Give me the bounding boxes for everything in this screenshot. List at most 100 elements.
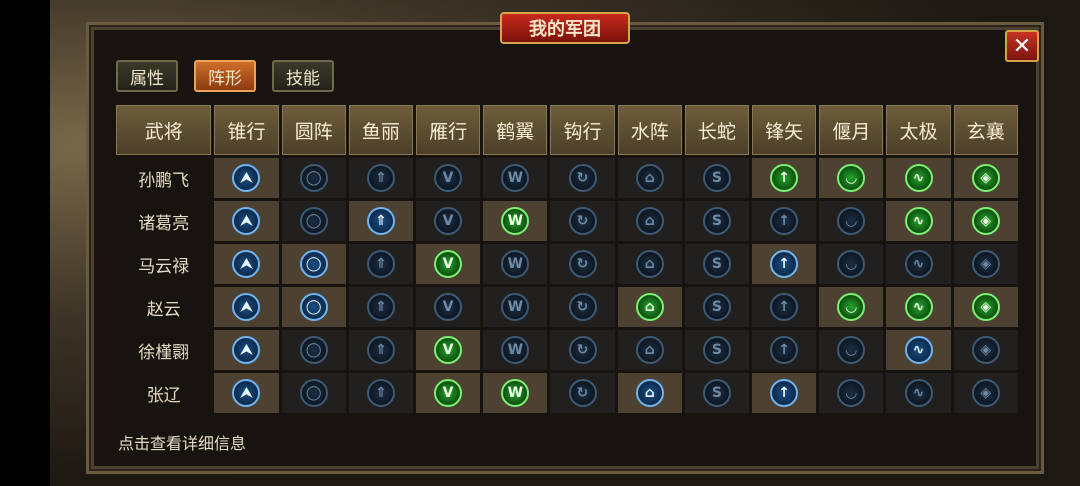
formation-icon: V [434, 164, 463, 192]
table-row[interactable]: 徐槿翾 ⮝ ◯ ⇑ V W ↻ ⌂ S ↑ ◡ ∿ ◈ [116, 330, 1018, 370]
column-header-formation: 玄襄 [953, 105, 1018, 155]
formation-cell[interactable]: ⇑ [348, 158, 413, 198]
formation-cell[interactable]: ⇑ [348, 330, 413, 370]
column-header-formation: 太极 [886, 105, 951, 155]
tab-attributes[interactable]: 属性 [116, 60, 178, 92]
formation-cell[interactable]: ⇑ [348, 287, 413, 327]
formation-icon: ⌂ [635, 164, 664, 192]
formation-icon: ⮝ [232, 336, 261, 364]
formation-cell[interactable]: ◯ [281, 287, 346, 327]
formation-icon: ∿ [904, 207, 933, 235]
table-row[interactable]: 马云禄 ⮝ ◯ ⇑ V W ↻ ⌂ S ↑ ◡ ∿ ◈ [116, 244, 1018, 284]
formation-cell[interactable]: ⌂ [617, 287, 682, 327]
formation-cell[interactable]: ⇑ [348, 373, 413, 413]
formation-cell[interactable]: V [416, 201, 481, 241]
tab-formation[interactable]: 阵形 [194, 60, 256, 92]
formation-cell[interactable]: ∿ [886, 158, 951, 198]
formation-cell[interactable]: V [416, 244, 481, 284]
formation-cell[interactable]: ⮝ [214, 287, 279, 327]
formation-cell[interactable]: ⌂ [617, 158, 682, 198]
formation-cell[interactable]: ↻ [550, 373, 615, 413]
formation-cell[interactable]: ↑ [752, 373, 817, 413]
table-row[interactable]: 赵云 ⮝ ◯ ⇑ V W ↻ ⌂ S ↑ ◡ ∿ ◈ [116, 287, 1018, 327]
formation-cell[interactable]: ∿ [886, 244, 951, 284]
table-row[interactable]: 张辽 ⮝ ◯ ⇑ V W ↻ ⌂ S ↑ ◡ ∿ ◈ [116, 373, 1018, 413]
general-name: 徐槿翾 [138, 342, 190, 363]
formation-cell[interactable]: ◡ [819, 287, 884, 327]
formation-cell[interactable]: S [684, 158, 750, 198]
formation-cell[interactable]: ∿ [886, 330, 951, 370]
formation-cell[interactable]: W [483, 373, 548, 413]
formation-cell[interactable]: ◡ [819, 158, 884, 198]
formation-cell[interactable]: ↻ [550, 158, 615, 198]
formation-cell[interactable]: V [416, 330, 481, 370]
formation-cell[interactable]: V [416, 287, 481, 327]
formation-cell[interactable]: ◯ [281, 373, 346, 413]
formation-cell[interactable]: ⇑ [348, 244, 413, 284]
formation-cell[interactable]: ⮝ [214, 330, 279, 370]
formation-cell[interactable]: W [483, 158, 548, 198]
formation-cell[interactable]: ⮝ [214, 373, 279, 413]
formation-cell[interactable]: W [483, 287, 548, 327]
formation-cell[interactable]: ↻ [550, 330, 615, 370]
formation-cell[interactable]: ◈ [953, 287, 1018, 327]
formation-cell[interactable]: S [684, 373, 750, 413]
formation-icon: ∿ [904, 293, 933, 321]
formation-icon: ⮝ [232, 207, 261, 235]
formation-cell[interactable]: ◯ [281, 330, 346, 370]
formation-cell[interactable]: ∿ [886, 373, 951, 413]
formation-cell[interactable]: ⌂ [617, 330, 682, 370]
formation-cell[interactable]: ⌂ [617, 373, 682, 413]
table-row[interactable]: 诸葛亮 ⮝ ◯ ⇑ V W ↻ ⌂ S ↑ ◡ ∿ ◈ [116, 201, 1018, 241]
formation-cell[interactable]: ∿ [886, 201, 951, 241]
formation-cell[interactable]: ◡ [819, 330, 884, 370]
close-button[interactable]: ✕ [1005, 30, 1039, 62]
table-row[interactable]: 孙鹏飞 ⮝ ◯ ⇑ V W ↻ ⌂ S ↑ ◡ ∿ ◈ [116, 158, 1018, 198]
formation-icon: ◯ [299, 207, 328, 235]
formation-cell[interactable]: ⮝ [214, 201, 279, 241]
formation-cell[interactable]: ◈ [953, 373, 1018, 413]
formation-icon: ◡ [837, 336, 866, 364]
formation-icon: ◈ [971, 164, 1000, 192]
formation-cell[interactable]: ↻ [550, 287, 615, 327]
formation-cell[interactable]: ◯ [281, 158, 346, 198]
formation-cell[interactable]: ◯ [281, 244, 346, 284]
formation-table-scroll[interactable]: 武将 锥行 圆阵 鱼丽 雁行 鹤翼 钩行 水阵 长蛇 锋矢 偃月 太极 玄襄 孙鹏飞 ⮝ ◯ ⇑ V W ↻ ⌂ S ↑… [113, 102, 1021, 414]
formation-cell[interactable]: ∿ [886, 287, 951, 327]
formation-cell[interactable]: ⌂ [617, 201, 682, 241]
formation-cell[interactable]: ⇑ [348, 201, 413, 241]
formation-cell[interactable]: ⮝ [214, 158, 279, 198]
formation-cell[interactable]: W [483, 201, 548, 241]
formation-cell[interactable]: ◡ [819, 244, 884, 284]
formation-cell[interactable]: ↑ [752, 287, 817, 327]
formation-cell[interactable]: S [684, 244, 750, 284]
formation-cell[interactable]: ◡ [819, 201, 884, 241]
formation-cell[interactable]: S [684, 330, 750, 370]
formation-cell[interactable]: ↑ [752, 201, 817, 241]
formation-cell[interactable]: ↑ [752, 158, 817, 198]
formation-cell[interactable]: ◈ [953, 201, 1018, 241]
formation-icon: ⇑ [366, 379, 395, 407]
formation-cell[interactable]: ⮝ [214, 244, 279, 284]
formation-cell[interactable]: ↑ [752, 244, 817, 284]
formation-cell[interactable]: ◈ [953, 158, 1018, 198]
formation-cell[interactable]: ↻ [550, 244, 615, 284]
column-header-formation: 圆阵 [281, 105, 346, 155]
formation-cell[interactable]: V [416, 373, 481, 413]
formation-cell[interactable]: ◡ [819, 373, 884, 413]
formation-cell[interactable]: W [483, 244, 548, 284]
formation-cell[interactable]: W [483, 330, 548, 370]
formation-cell[interactable]: ↻ [550, 201, 615, 241]
formation-cell[interactable]: ⌂ [617, 244, 682, 284]
tab-skills[interactable]: 技能 [272, 60, 334, 92]
column-header-formation: 锋矢 [752, 105, 817, 155]
formation-cell[interactable]: ◯ [281, 201, 346, 241]
formation-cell[interactable]: ◈ [953, 244, 1018, 284]
formation-icon: W [501, 250, 530, 278]
formation-icon: W [501, 293, 530, 321]
formation-cell[interactable]: V [416, 158, 481, 198]
formation-cell[interactable]: S [684, 201, 750, 241]
formation-cell[interactable]: ↑ [752, 330, 817, 370]
formation-cell[interactable]: ◈ [953, 330, 1018, 370]
formation-cell[interactable]: S [684, 287, 750, 327]
